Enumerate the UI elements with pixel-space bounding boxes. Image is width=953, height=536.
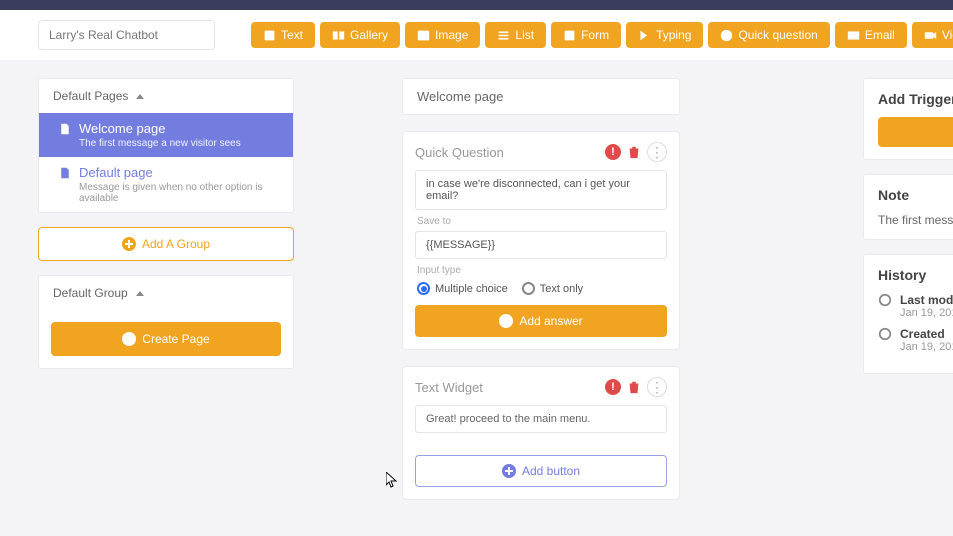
trash-icon[interactable] <box>627 380 641 394</box>
alert-icon: ! <box>605 379 621 395</box>
toolbar: Text Gallery Image List Form Typing Quic… <box>251 22 953 48</box>
toolbar-video[interactable]: Video <box>912 22 953 48</box>
save-to-input[interactable]: {{MESSAGE}} <box>415 231 667 259</box>
video-icon <box>924 29 937 42</box>
history-date: Jan 19, 2018 <box>900 341 953 353</box>
trash-icon[interactable] <box>627 145 641 159</box>
add-group-label: Add A Group <box>142 237 210 251</box>
radio-multiple-choice[interactable]: Multiple choice <box>417 282 508 295</box>
question-input[interactable]: in case we're disconnected, can i get yo… <box>415 170 667 210</box>
toolbar-email[interactable]: Email <box>835 22 907 48</box>
add-group-button[interactable]: Add A Group <box>38 227 294 261</box>
widget-title: Text Widget <box>415 380 483 395</box>
header-row: Text Gallery Image List Form Typing Quic… <box>0 10 953 60</box>
radio-icon <box>417 282 430 295</box>
plus-icon <box>502 464 516 478</box>
page-name: Default page <box>79 165 153 180</box>
document-icon <box>59 167 71 179</box>
add-trigger-button[interactable] <box>878 117 953 147</box>
form-icon <box>563 29 576 42</box>
create-page-label: Create Page <box>142 332 209 346</box>
history-panel: History Last modifie Jan 19, 2018 Create… <box>863 254 953 374</box>
radio-label: Multiple choice <box>435 283 508 295</box>
gallery-icon <box>332 29 345 42</box>
list-icon <box>497 29 510 42</box>
note-body: The first messag <box>878 213 953 227</box>
sidebar-item-welcome[interactable]: Welcome page The first message a new vis… <box>39 113 293 157</box>
page-title-input[interactable] <box>402 78 680 115</box>
plus-icon <box>122 332 136 346</box>
text-icon <box>263 29 276 42</box>
add-button-button[interactable]: Add button <box>415 455 667 487</box>
add-answer-label: Add answer <box>519 314 582 328</box>
plus-icon <box>122 237 136 251</box>
image-icon <box>417 29 430 42</box>
default-pages-panel: Default Pages Welcome page The first mes… <box>38 78 294 213</box>
toolbar-text[interactable]: Text <box>251 22 315 48</box>
document-icon <box>59 123 71 135</box>
page-desc: Message is given when no other option is… <box>79 182 273 204</box>
clock-icon <box>878 293 892 307</box>
create-page-button[interactable]: Create Page <box>51 322 281 356</box>
default-group-panel: Default Group Create Page <box>38 275 294 369</box>
text-body-input[interactable]: Great! proceed to the main menu. <box>415 405 667 433</box>
more-menu-icon[interactable]: ⋮ <box>647 377 667 397</box>
quick-question-widget: Quick Question ! ⋮ in case we're disconn… <box>402 131 680 350</box>
cursor-icon <box>386 472 398 488</box>
alert-icon: ! <box>605 144 621 160</box>
group-title: Default Group <box>53 286 128 300</box>
chevron-up-icon <box>136 291 144 296</box>
history-item: Created Jan 19, 2018 <box>878 327 953 353</box>
add-button-label: Add button <box>522 464 580 478</box>
toolbar-list[interactable]: List <box>485 22 546 48</box>
toolbar-form[interactable]: Form <box>551 22 621 48</box>
toolbar-image[interactable]: Image <box>405 22 480 48</box>
input-type-label: Input type <box>417 265 667 276</box>
plus-icon <box>499 314 513 328</box>
add-answer-button[interactable]: Add answer <box>415 305 667 337</box>
default-pages-header[interactable]: Default Pages <box>39 79 293 113</box>
history-item: Last modifie Jan 19, 2018 <box>878 293 953 319</box>
history-label: Created <box>900 327 953 341</box>
sidebar: Default Pages Welcome page The first mes… <box>38 78 294 500</box>
radio-label: Text only <box>540 283 583 295</box>
widget-title: Quick Question <box>415 145 504 160</box>
page-desc: The first message a new visitor sees <box>79 138 273 149</box>
panel-title: Note <box>878 187 953 203</box>
typing-icon <box>638 29 651 42</box>
note-panel: Note The first messag <box>863 174 953 240</box>
more-menu-icon[interactable]: ⋮ <box>647 142 667 162</box>
sidebar-item-default[interactable]: Default page Message is given when no ot… <box>39 157 293 212</box>
toolbar-quick-question[interactable]: Quick question <box>708 22 829 48</box>
clock-icon <box>878 327 892 341</box>
save-to-label: Save to <box>417 216 667 227</box>
bot-title-input[interactable] <box>38 20 215 50</box>
canvas: Quick Question ! ⋮ in case we're disconn… <box>312 78 845 500</box>
text-widget: Text Widget ! ⋮ Great! proceed to the ma… <box>402 366 680 500</box>
history-label: Last modifie <box>900 293 953 307</box>
group-title: Default Pages <box>53 89 128 103</box>
add-trigger-panel: Add Trigger <box>863 78 953 160</box>
panel-title: Add Trigger <box>878 91 953 107</box>
default-group-header[interactable]: Default Group <box>39 276 293 310</box>
history-date: Jan 19, 2018 <box>900 307 953 319</box>
email-icon <box>847 29 860 42</box>
question-icon <box>720 29 733 42</box>
toolbar-typing[interactable]: Typing <box>626 22 703 48</box>
chevron-up-icon <box>136 94 144 99</box>
panel-title: History <box>878 267 953 283</box>
radio-text-only[interactable]: Text only <box>522 282 583 295</box>
right-column: Add Trigger Note The first messag Histor… <box>863 78 953 500</box>
app-topbar <box>0 0 953 10</box>
toolbar-gallery[interactable]: Gallery <box>320 22 400 48</box>
radio-icon <box>522 282 535 295</box>
page-name: Welcome page <box>79 121 165 136</box>
